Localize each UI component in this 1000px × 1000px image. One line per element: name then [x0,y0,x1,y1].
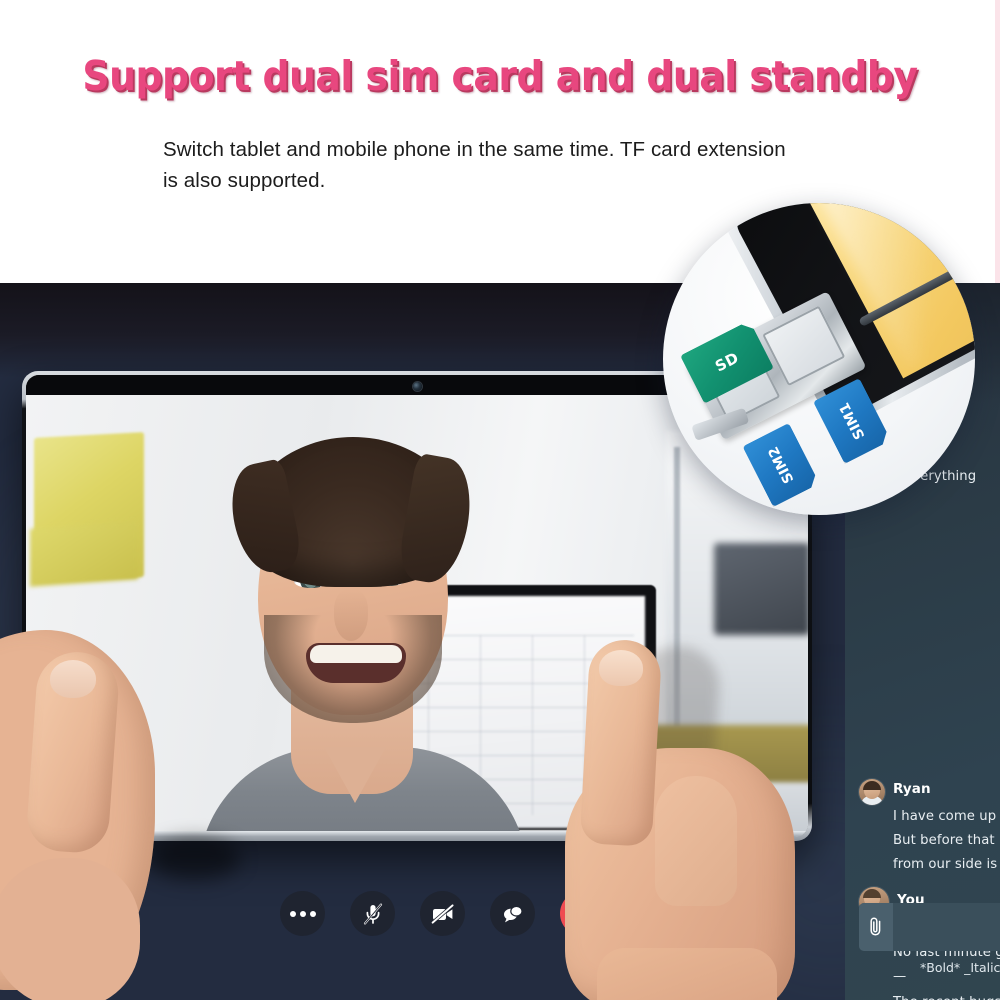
sim1-card-label: SIM1 [836,400,868,442]
subtitle-line-2: is also supported. [163,169,326,192]
ellipsis-icon [289,910,316,917]
mute-microphone-button[interactable] [350,891,395,936]
chat-message-line: I have come up wit [893,809,1000,824]
right-index-nail [599,650,643,686]
page-subtitle: Switch tablet and mobile phone in the sa… [163,134,863,196]
participant-teeth [310,645,402,663]
page-title: Support dual sim card and dual standby [82,52,918,100]
left-hand-knuckles [0,858,140,1000]
yellow-box-decor-2 [30,521,138,587]
sim-tray-slot-2 [762,305,846,387]
participant-nose [334,589,368,641]
left-thumb-nail [50,660,96,698]
sim2-card-label: SIM2 [765,444,797,486]
video-call-participant [198,429,528,837]
product-banner-page: Support dual sim card and dual standby S… [0,0,1000,1000]
chat-message-line: from our side is do [893,857,1000,872]
paperclip-icon [869,917,880,936]
right-edge-strip [995,0,1000,283]
right-hand-pointing [525,618,795,1000]
right-hand-middle-finger [655,776,737,906]
chat-message-line: — [893,969,907,984]
right-hand-wrist [597,948,777,1000]
more-options-button[interactable] [280,891,325,936]
formatting-hint: *Bold* _Italics [920,960,1000,975]
avatar-hair [863,889,881,898]
subtitle-line-1: Switch tablet and mobile phone in the sa… [163,138,786,161]
sd-card-label: SD [712,348,742,376]
chat-message-line: But before that ne [893,833,1000,848]
camera-off-icon [430,903,454,924]
left-hand-holding-tablet [0,600,210,1000]
microphone-muted-icon [363,903,382,924]
chat-sender-name: Ryan [893,781,931,797]
avatar-hair [863,781,881,790]
chat-bubble-icon [503,905,523,922]
chat-message-line: The recent bugs w [893,991,1000,1000]
participant-mouth [306,643,406,683]
sim-tray-closeup-inset: SD SIM1 SIM2 [663,203,975,515]
avatar-ryan [859,779,885,805]
chat-composer[interactable] [859,903,1000,951]
attach-file-button[interactable] [859,903,893,951]
front-camera-icon [412,382,422,391]
stop-video-button[interactable] [420,891,465,936]
